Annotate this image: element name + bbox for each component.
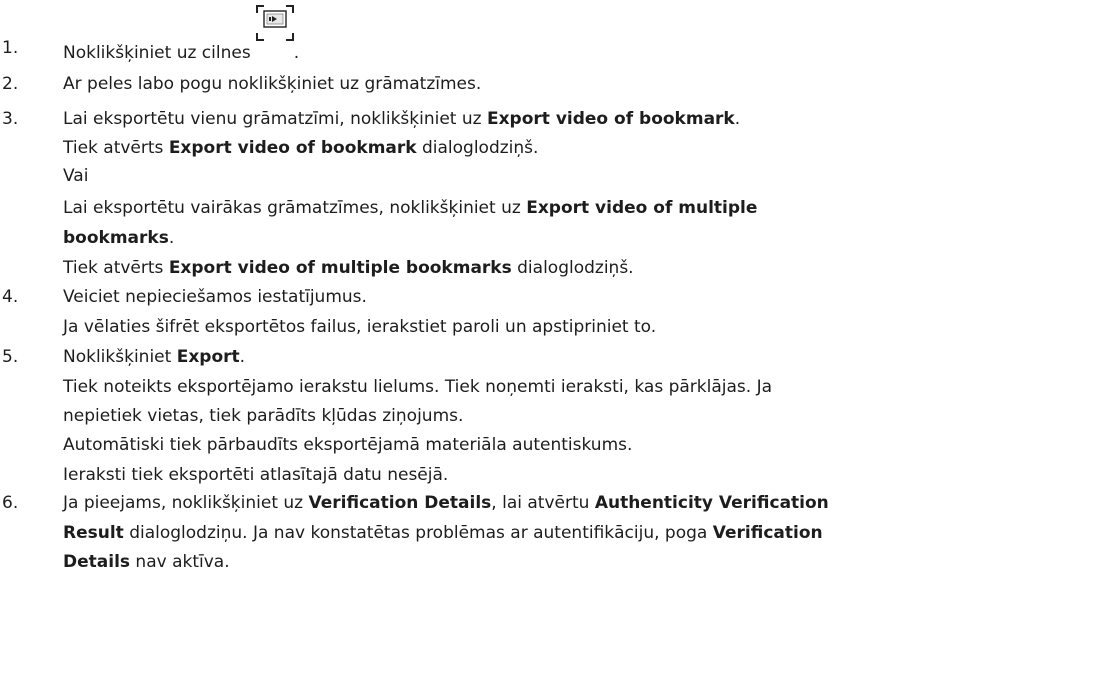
step-line: Veiciet nepieciešamos iestatījumus. <box>63 287 367 307</box>
text-run: Lai eksportētu vairākas grāmatzīmes, nok… <box>63 198 527 218</box>
ui-term: Export video of multiple <box>526 198 758 218</box>
text-run: . <box>734 109 741 129</box>
step-line: Vai <box>63 166 88 186</box>
text-run: dialoglodziņš. <box>416 138 539 158</box>
step-line: Lai eksportētu vienu grāmatzīmi, noklikš… <box>63 109 740 129</box>
step-line: Ieraksti tiek eksportēti atlasītajā datu… <box>63 465 448 485</box>
text-run: Tiek atvērts <box>63 138 169 158</box>
ui-term: Export video of bookmark <box>168 138 417 158</box>
tab-icon-wrapper <box>251 5 294 58</box>
text-run: Automātiski tiek pārbaudīts eksportējamā… <box>63 435 633 455</box>
ui-term: Export <box>176 347 240 367</box>
text-run: Tiek noteikts eksportējamo ierakstu liel… <box>63 377 773 397</box>
text-run: Noklikšķiniet <box>63 347 177 367</box>
ui-term: bookmarks <box>63 228 169 248</box>
text-run: Vai <box>63 166 89 186</box>
ui-term: Verification Details <box>308 493 492 513</box>
step-number: 1. <box>2 38 19 58</box>
text-run: Ar peles labo pogu noklikšķiniet uz grām… <box>63 74 482 94</box>
ui-term: Export video of multiple bookmarks <box>168 258 512 278</box>
step-line: Ja vēlaties šifrēt eksportētos failus, i… <box>63 317 656 337</box>
text-run: Noklikšķiniet uz cilnes <box>63 43 251 63</box>
step-line: Noklikšķiniet Export. <box>63 347 245 367</box>
text-run: . <box>293 43 300 63</box>
text-run: . <box>239 347 246 367</box>
text-run: , lai atvērtu <box>491 493 595 513</box>
step-number: 3. <box>2 109 19 129</box>
text-run: Ja pieejams, noklikšķiniet uz <box>63 493 309 513</box>
ui-term: Export video of bookmark <box>486 109 735 129</box>
ui-term: Details <box>63 552 131 572</box>
step-number: 2. <box>2 74 19 94</box>
text-run: Ieraksti tiek eksportēti atlasītajā datu… <box>63 465 449 485</box>
text-run: Lai eksportētu vienu grāmatzīmi, noklikš… <box>63 109 487 129</box>
step-line: Tiek atvērts Export video of bookmark di… <box>63 138 538 158</box>
text-run: . <box>168 228 175 248</box>
step-line: Result dialoglodziņu. Ja nav konstatētas… <box>63 523 823 543</box>
step-line: Ar peles labo pogu noklikšķiniet uz grām… <box>63 74 481 94</box>
ui-term: Authenticity Verification <box>594 493 829 513</box>
text-run: Tiek atvērts <box>63 258 169 278</box>
ui-term: Verification <box>712 523 823 543</box>
step-line: bookmarks. <box>63 228 174 248</box>
text-run: nepietiek vietas, tiek parādīts kļūdas z… <box>63 406 464 426</box>
text-run: dialoglodziņu. Ja nav konstatētas problē… <box>123 523 713 543</box>
step-number: 4. <box>2 287 19 307</box>
step-number: 6. <box>2 493 19 513</box>
tab-icon <box>255 5 294 41</box>
step-line: Tiek atvērts Export video of multiple bo… <box>63 258 634 278</box>
step-line: nepietiek vietas, tiek parādīts kļūdas z… <box>63 406 463 426</box>
step-line: Noklikšķiniet uz cilnes. <box>63 5 300 63</box>
step-line: Automātiski tiek pārbaudīts eksportējamā… <box>63 435 632 455</box>
step-line: Lai eksportētu vairākas grāmatzīmes, nok… <box>63 198 757 218</box>
step-line: Tiek noteikts eksportējamo ierakstu liel… <box>63 377 772 397</box>
ui-term: Result <box>63 523 124 543</box>
text-run: Veiciet nepieciešamos iestatījumus. <box>63 287 367 307</box>
step-line: Details nav aktīva. <box>63 552 230 572</box>
step-line: Ja pieejams, noklikšķiniet uz Verificati… <box>63 493 829 513</box>
text-run: nav aktīva. <box>130 552 230 572</box>
text-run: dialoglodziņš. <box>511 258 634 278</box>
instruction-list: 1. Noklikšķiniet uz cilnes. 2. Ar peles lab… <box>0 0 1097 687</box>
text-run: Ja vēlaties šifrēt eksportētos failus, i… <box>63 317 657 337</box>
step-number: 5. <box>2 347 19 367</box>
